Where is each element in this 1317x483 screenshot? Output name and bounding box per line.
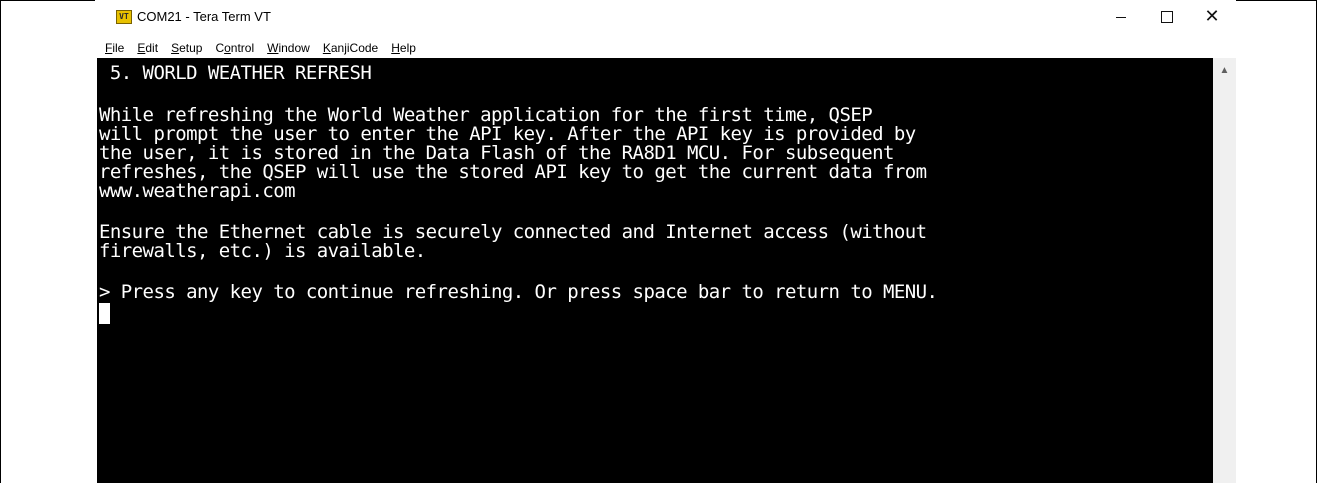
terminal-line: firewalls, etc.) is available. [99,240,426,262]
maximize-icon [1161,10,1173,23]
close-button[interactable]: ✕ [1189,0,1235,33]
terminal-line: www.weatherapi.com [99,180,296,202]
vertical-scrollbar[interactable]: ▲ [1213,58,1236,483]
menu-window[interactable]: Window [267,41,310,55]
menu-kanjicode[interactable]: KanjiCode [323,41,378,55]
menu-setup[interactable]: Setup [171,41,202,55]
scroll-up-arrow-icon[interactable]: ▲ [1213,60,1236,80]
terminal-cursor [99,303,110,324]
terminal-line: 5. WORLD WEATHER REFRESH [99,62,372,84]
minimize-button[interactable] [1098,0,1144,33]
menu-control[interactable]: Control [215,41,254,55]
tera-term-window: VT COM21 - Tera Term VT ✕ File Edit Setu… [95,0,1236,483]
window-title: COM21 - Tera Term VT [137,9,271,24]
terminal-screen[interactable]: 5. WORLD WEATHER REFRESH While refreshin… [97,58,1213,483]
menu-help[interactable]: Help [391,41,416,55]
menu-bar: File Edit Setup Control Window KanjiCode… [95,38,1236,58]
tera-term-app-icon[interactable]: VT [116,10,132,24]
title-bar[interactable]: VT COM21 - Tera Term VT ✕ [95,0,1236,38]
menu-file[interactable]: File [105,41,124,55]
menu-edit[interactable]: Edit [137,41,158,55]
minimize-icon [1116,17,1126,18]
close-icon: ✕ [1204,5,1220,27]
maximize-button[interactable] [1144,0,1190,33]
terminal-prompt-line: > Press any key to continue refreshing. … [99,281,938,303]
